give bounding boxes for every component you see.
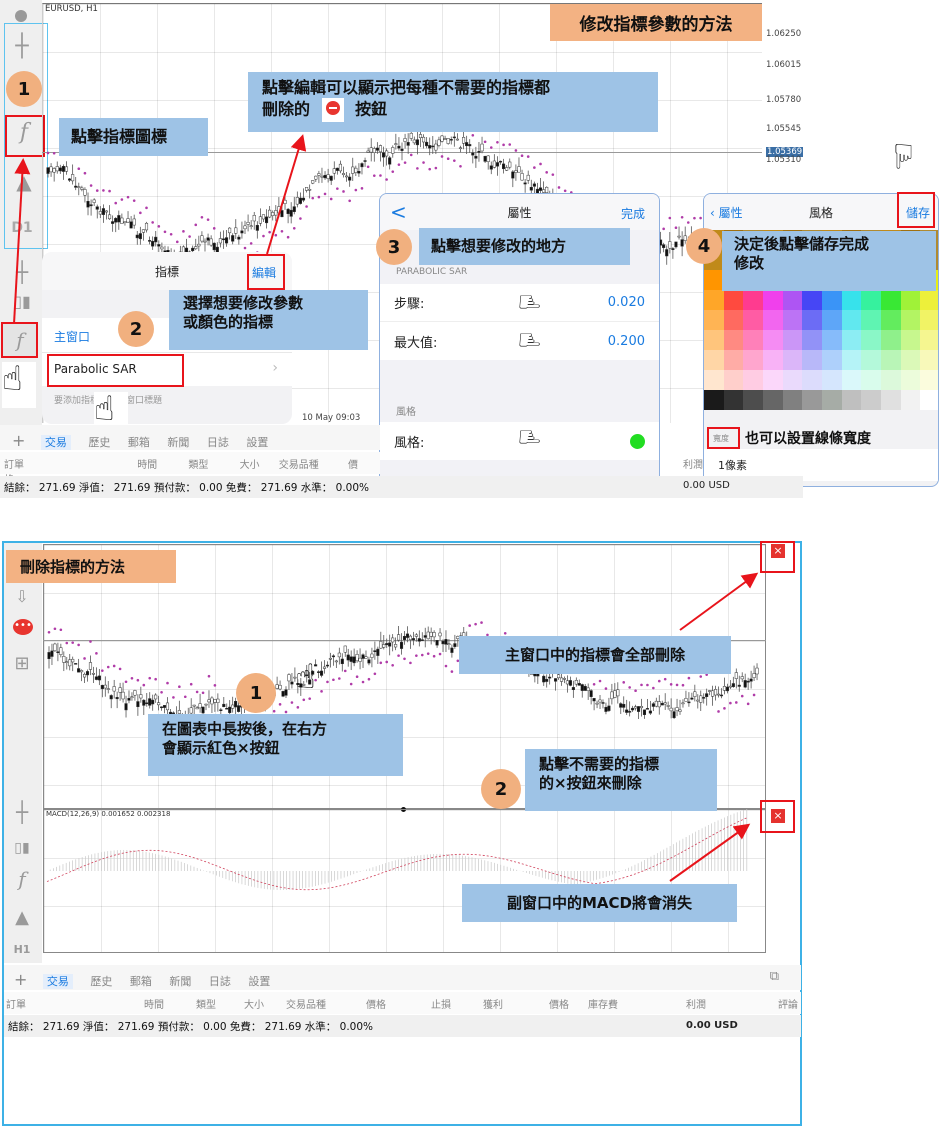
tab-trade[interactable]: 交易 [42, 974, 73, 989]
terminal-tabs-bottom: + 交易 歷史 郵箱 新聞 日誌 設置 ⧉ [4, 965, 801, 990]
col-price: 價格 [366, 1000, 386, 1011]
annotation-arrows-bottom [669, 572, 759, 882]
col-swap: 庫存費 [588, 1000, 618, 1011]
annotation-arrows-top [13, 134, 307, 325]
arrow-to-macd-close [669, 823, 751, 882]
col-tp: 獲利 [483, 1000, 503, 1011]
arrow-to-note-edit [266, 134, 307, 255]
col-price2: 價格 [549, 1000, 569, 1011]
arrow-to-indicator-icon [13, 158, 31, 325]
account-status-bottom: 結餘： 271.69 淨值： 271.69 預付款： 0.00 免費： 271.… [4, 1015, 801, 1037]
tab-history[interactable]: 歷史 [90, 975, 112, 988]
col-size: 大小 [244, 1000, 264, 1011]
timeframe-label[interactable]: H1 [4, 943, 40, 956]
col-sl: 止損 [431, 1000, 451, 1011]
layout-icon[interactable]: ⧉ [770, 969, 779, 984]
col-type: 類型 [196, 1000, 216, 1011]
col-comment: 評論 [778, 1000, 798, 1011]
add-icon[interactable]: + [14, 970, 27, 989]
profit-value-bottom: 0.00 USD [686, 1020, 738, 1031]
tab-mailbox[interactable]: 郵箱 [130, 975, 152, 988]
col-time: 時間 [144, 1000, 164, 1011]
tab-journal[interactable]: 日誌 [209, 975, 231, 988]
col-order: 訂單 [6, 1000, 26, 1011]
col-profit: 利潤 [686, 1000, 706, 1011]
tab-news[interactable]: 新聞 [169, 975, 191, 988]
columns-header-bottom: 訂單 時間 類型 大小 交易品種 價格 止損 獲利 價格 庫存費 利潤 評論 [4, 992, 801, 1014]
tab-settings[interactable]: 設置 [248, 975, 270, 988]
col-symbol: 交易品種 [286, 1000, 326, 1011]
arrow-to-main-close [679, 572, 759, 631]
